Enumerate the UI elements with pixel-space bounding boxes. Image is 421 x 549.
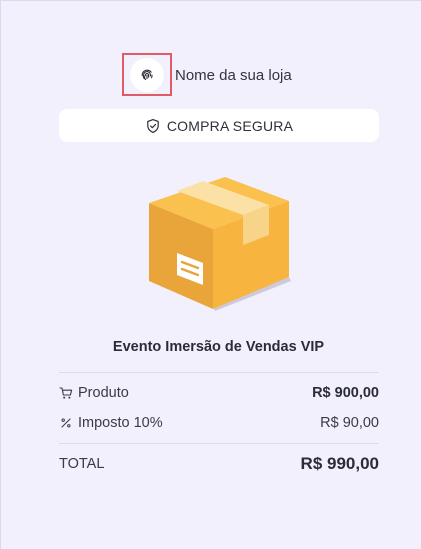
secure-purchase-label: COMPRA SEGURA xyxy=(166,117,294,134)
cart-icon xyxy=(59,387,73,399)
package-box-icon xyxy=(149,177,291,311)
fingerprint-icon xyxy=(141,69,153,80)
checkout-page: Nome da sua loja COMPRA SEGURA Evento Im… xyxy=(0,0,421,549)
store-logo[interactable] xyxy=(122,53,172,96)
total-value: R$ 990,00 xyxy=(300,454,379,473)
store-logo-circle xyxy=(130,57,164,92)
shield-check-icon xyxy=(147,118,159,133)
store-name: Nome da sua loja xyxy=(175,67,292,84)
total-label: TOTAL xyxy=(59,456,105,472)
summary-row-label: Produto xyxy=(78,385,129,401)
divider xyxy=(59,372,379,373)
summary-row-value: R$ 900,00 xyxy=(312,385,379,401)
divider xyxy=(59,443,379,444)
summary-row-value: R$ 90,00 xyxy=(320,415,379,431)
summary-row-tax: Imposto 10% R$ 90,00 xyxy=(59,412,379,434)
summary-total-row: TOTAL R$ 990,00 xyxy=(59,453,379,475)
secure-purchase-badge: COMPRA SEGURA xyxy=(59,109,379,142)
summary-row-product: Produto R$ 900,00 xyxy=(59,382,379,404)
product-title: Evento Imersão de Vendas VIP xyxy=(112,339,325,355)
percent-icon xyxy=(61,418,71,428)
summary-row-label: Imposto 10% xyxy=(78,415,163,431)
